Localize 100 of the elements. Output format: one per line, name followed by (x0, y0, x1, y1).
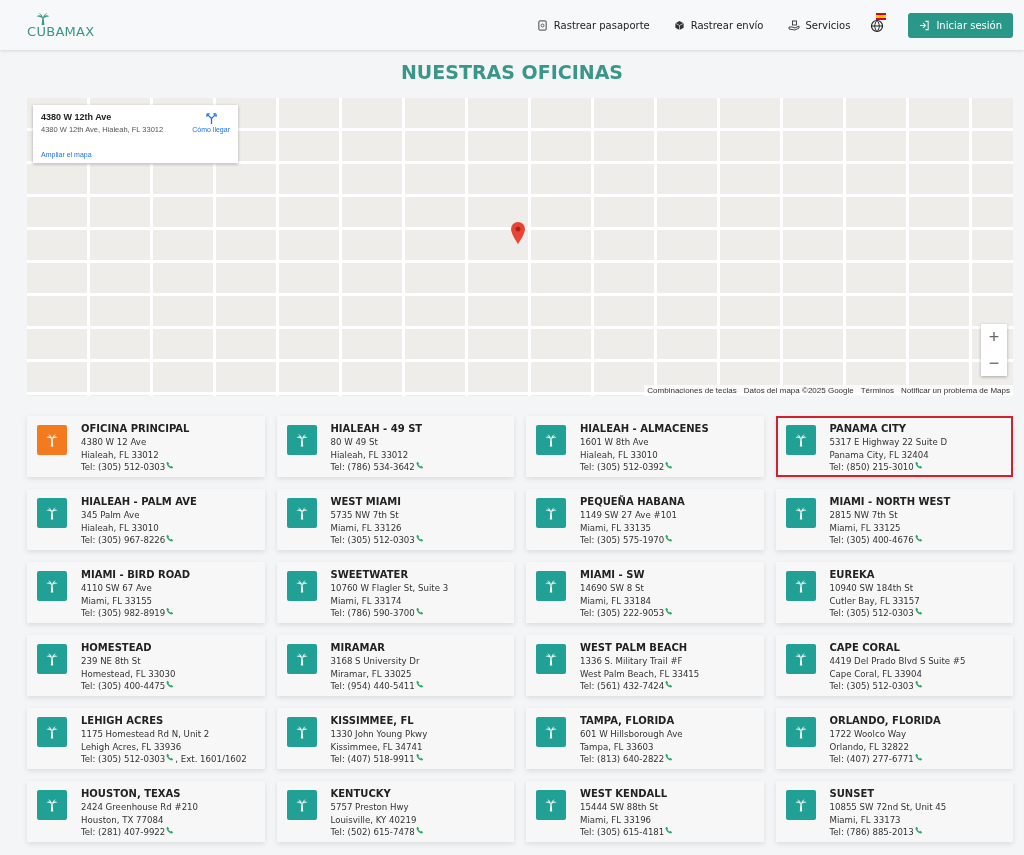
phone-icon (914, 607, 923, 616)
office-name: MIAMI - SW (580, 568, 646, 582)
office-phone[interactable]: Tel: (786) 590-3700 (330, 607, 415, 620)
office-address: 4380 W 12 Ave (81, 436, 148, 449)
office-address: 15444 SW 88th St (580, 801, 660, 814)
office-name: PANAMA CITY (829, 422, 908, 436)
office-address: 1330 John Young Pkwy (330, 728, 428, 741)
office-phone[interactable]: Tel: (305) 400-4475 (81, 680, 166, 693)
nav-link[interactable]: Servicios (787, 19, 851, 31)
office-phone[interactable]: Tel: (281) 407-9922 (81, 826, 166, 839)
office-phone[interactable]: Tel: (813) 640-2822 (580, 753, 665, 766)
office-address: 1722 Woolco Way (829, 728, 907, 741)
office-city: Miami, FL 33174 (330, 594, 403, 607)
phone-icon (665, 680, 674, 689)
office-phone[interactable]: Tel: (786) 534-3642 (330, 461, 415, 474)
office-name: HOUSTON, TEXAS (81, 787, 182, 801)
place-title: 4380 W 12th Ave (41, 112, 112, 122)
office-name: SWEETWATER (330, 568, 410, 582)
office-city: Orlando, FL 32822 (829, 740, 910, 753)
login-button[interactable]: Iniciar sesión (908, 12, 1013, 38)
zoom-in-button[interactable]: + (981, 324, 1007, 350)
office-phone[interactable]: Tel: (305) 575-1970 (580, 534, 665, 547)
office-phone[interactable]: Tel: (305) 512-0392 (580, 461, 665, 474)
office-address: 2424 Greenhouse Rd #210 (81, 801, 199, 814)
office-city: Hialeah, FL 33012 (330, 448, 410, 461)
office-name: TAMPA, FLORIDA (580, 714, 676, 728)
office-city: Cutler Bay, FL 33157 (829, 594, 921, 607)
office-address: 345 Palm Ave (81, 509, 141, 522)
office-city: Miami, FL 33135 (580, 521, 653, 534)
office-city: Houston, TX 77084 (81, 813, 165, 826)
office-address: 3168 S University Dr (330, 655, 421, 668)
office-name: WEST PALM BEACH (580, 641, 689, 655)
office-city: Panama City, FL 32404 (829, 448, 930, 461)
office-name: WEST MIAMI (330, 495, 402, 509)
phone-icon (665, 607, 674, 616)
phone-icon (415, 826, 424, 835)
office-address: 239 NE 8th St (81, 655, 142, 668)
office-address: 80 W 49 St (330, 436, 379, 449)
office-name: EUREKA (829, 568, 876, 582)
office-city: Tampa, FL 33603 (580, 740, 655, 753)
office-phone[interactable]: Tel: (407) 277-6771 (829, 753, 914, 766)
phone-extension: , Ext. 1601/1602 (175, 753, 247, 766)
office-city: Miami, FL 33155 (81, 594, 154, 607)
phone-icon (914, 461, 923, 470)
phone-icon (415, 680, 424, 689)
phone-icon (914, 826, 923, 835)
office-phone[interactable]: Tel: (850) 215-3010 (829, 461, 914, 474)
map-footer-link[interactable]: Combinaciones de teclas (647, 386, 737, 395)
office-phone[interactable]: Tel: (305) 967-8226 (81, 534, 166, 547)
map-footer-link[interactable]: Datos del mapa ©2025 Google (743, 386, 854, 395)
office-phone[interactable]: Tel: (561) 432-7424 (580, 680, 665, 693)
office-phone[interactable]: Tel: (305) 512-0303 (81, 753, 166, 766)
office-phone[interactable]: Tel: (305) 512-0303 (81, 461, 166, 474)
office-name: CAPE CORAL (829, 641, 901, 655)
office-phone[interactable]: Tel: (502) 615-7478 (330, 826, 415, 839)
box-icon (673, 19, 685, 31)
office-address: 5317 E Highway 22 Suite D (829, 436, 948, 449)
phone-icon (415, 461, 424, 470)
nav-link[interactable]: Rastrear envío (673, 19, 764, 31)
office-phone[interactable]: Tel: (954) 440-5411 (330, 680, 415, 693)
zoom-out-button[interactable]: − (981, 350, 1007, 376)
office-phone[interactable]: Tel: (305) 615-4181 (580, 826, 665, 839)
office-name: HOMESTEAD (81, 641, 153, 655)
office-phone[interactable]: Tel: (305) 222-9053 (580, 607, 665, 620)
phone-icon (914, 680, 923, 689)
office-name: KISSIMMEE, FL (330, 714, 415, 728)
office-city: Cape Coral, FL 33904 (829, 667, 923, 680)
office-city: Hialeah, FL 33010 (81, 521, 160, 534)
office-name: MIRAMAR (330, 641, 386, 655)
office-phone[interactable]: Tel: (305) 400-4676 (829, 534, 914, 547)
page-title: NUESTRAS OFICINAS (399, 60, 625, 84)
office-name: WEST KENDALL (580, 787, 669, 801)
office-name: ORLANDO, FLORIDA (829, 714, 941, 728)
office-name: MIAMI - NORTH WEST (829, 495, 951, 509)
office-address: 1601 W 8th Ave (580, 436, 650, 449)
office-city: Kissimmee, FL 34741 (330, 740, 424, 753)
office-name: PEQUEÑA HABANA (580, 495, 685, 509)
office-city: Miami, FL 33173 (829, 813, 902, 826)
office-phone[interactable]: Tel: (305) 512-0303 (330, 534, 415, 547)
office-phone[interactable]: Tel: (407) 518-9911 (330, 753, 415, 766)
phone-icon (665, 753, 674, 762)
office-address: 10855 SW 72nd St, Unit 45 (829, 801, 947, 814)
map-footer-link[interactable]: Notificar un problema de Maps (901, 386, 1010, 395)
phone-icon (914, 534, 923, 543)
office-city: Miami, FL 33196 (580, 813, 653, 826)
office-city: Louisville, KY 40219 (330, 813, 418, 826)
globe-icon[interactable] (870, 19, 885, 33)
passport-icon (536, 19, 548, 31)
phone-icon (166, 826, 175, 835)
office-address: 1175 Homestead Rd N, Unit 2 (81, 728, 211, 741)
office-phone[interactable]: Tel: (305) 982-8919 (81, 607, 166, 620)
map-footer-link[interactable]: Términos (860, 386, 895, 395)
office-city: Miami, FL 33184 (580, 594, 653, 607)
office-address: 14690 SW 8 St (580, 582, 645, 595)
nav-link[interactable]: Rastrear pasaporte (536, 19, 650, 31)
office-phone[interactable]: Tel: (305) 512-0303 (829, 607, 914, 620)
phone-icon (166, 534, 175, 543)
office-name: OFICINA PRINCIPAL (81, 422, 190, 436)
office-phone[interactable]: Tel: (305) 512-0303 (829, 680, 914, 693)
office-phone[interactable]: Tel: (786) 885-2013 (829, 826, 914, 839)
